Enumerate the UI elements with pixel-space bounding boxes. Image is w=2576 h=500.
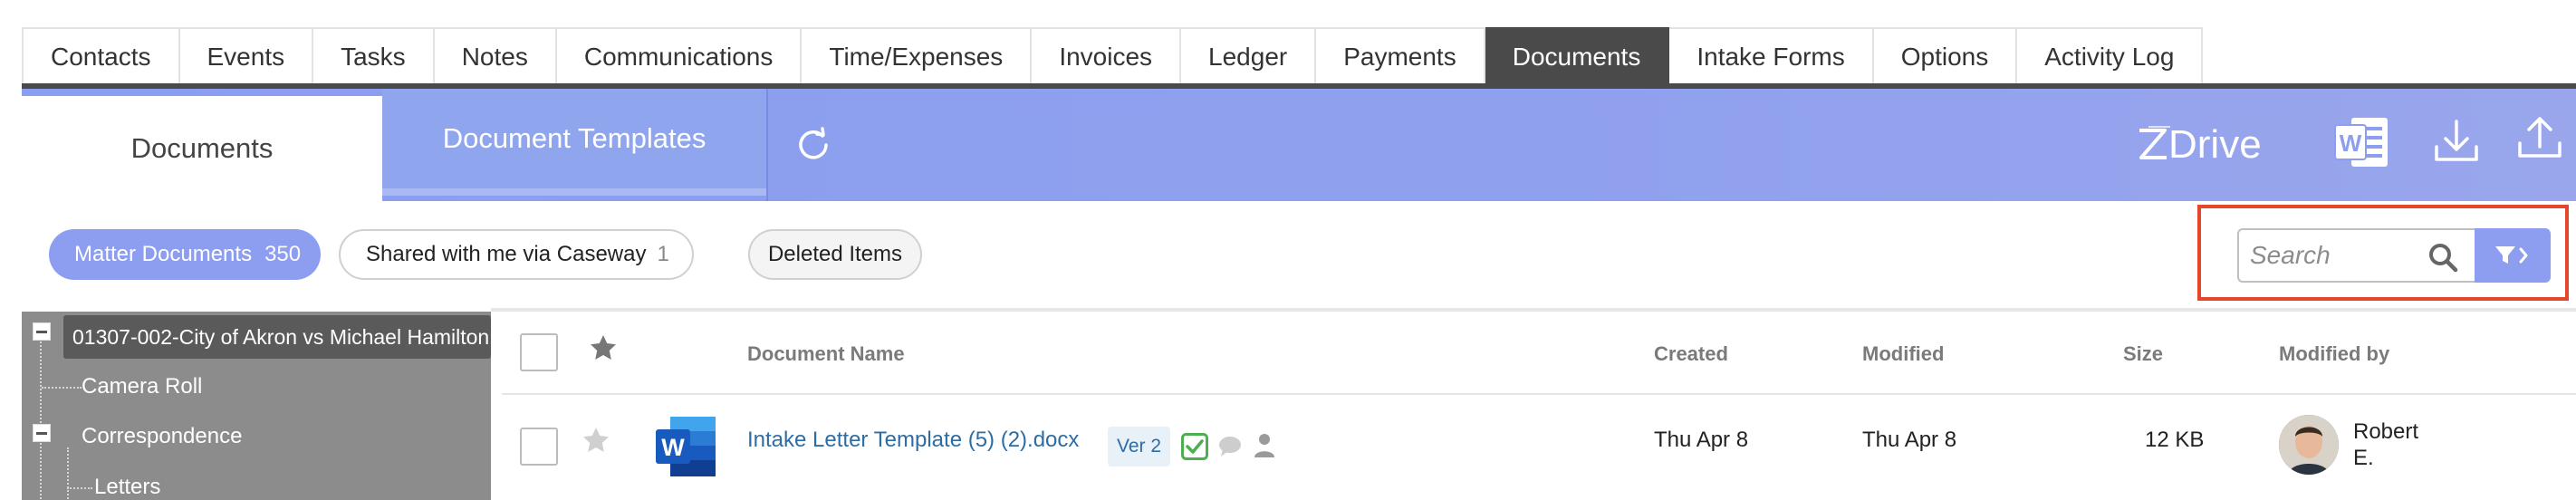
deleted-items-filter[interactable]: Deleted Items <box>748 229 922 280</box>
tree-root-folder[interactable]: 01307-002-City of Akron vs Michael Hamil… <box>63 315 491 359</box>
tree-branch-line <box>42 387 82 389</box>
svg-text:W: W <box>2340 130 2362 157</box>
star-icon[interactable] <box>582 426 610 455</box>
column-header-modified-by[interactable]: Modified by <box>2279 342 2389 366</box>
documents-table: Document Name Created Modified Size Modi… <box>502 312 2576 500</box>
select-all-checkbox[interactable] <box>520 333 558 371</box>
table-header: Document Name Created Modified Size Modi… <box>502 312 2576 395</box>
tree-root-label: 01307-002-City of Akron vs Michael Hamil… <box>72 324 490 349</box>
tab-invoices[interactable]: Invoices <box>1032 27 1182 85</box>
tab-events[interactable]: Events <box>179 27 314 85</box>
column-header-created[interactable]: Created <box>1654 342 1728 366</box>
word-icon[interactable]: W <box>2333 114 2391 170</box>
filter-button[interactable] <box>2475 228 2551 283</box>
tab-document-templates-label: Document Templates <box>442 122 706 154</box>
version-badge-label: Ver 2 <box>1117 436 1162 457</box>
matter-documents-filter[interactable]: Matter Documents 350 <box>49 229 321 280</box>
tab-notes[interactable]: Notes <box>434 27 557 85</box>
tab-time-expenses[interactable]: Time/Expenses <box>802 27 1033 85</box>
shared-with-me-label: Shared with me via Caseway <box>366 242 647 266</box>
deleted-items-label: Deleted Items <box>767 242 903 266</box>
tab-documents[interactable]: Documents <box>1485 27 1670 85</box>
check-icon[interactable] <box>1181 433 1208 460</box>
tab-options[interactable]: Options <box>1873 27 2018 85</box>
tree-item-letters[interactable]: Letters <box>94 475 160 500</box>
modified-date: Thu Apr 8 <box>1862 428 1957 452</box>
collapse-icon[interactable] <box>33 322 51 341</box>
tree-branch-line <box>67 487 92 489</box>
zdrive-logo-text: Drive <box>2168 122 2262 167</box>
shared-with-me-count: 1 <box>657 242 669 266</box>
modified-by-name: Robert E. <box>2353 419 2419 470</box>
star-header-icon[interactable] <box>589 333 618 362</box>
created-date: Thu Apr 8 <box>1654 428 1749 452</box>
tab-activity-log[interactable]: Activity Log <box>2017 27 2204 85</box>
table-row[interactable]: W Intake Letter Template (5) (2).docx Ve… <box>502 397 2576 500</box>
tab-document-templates[interactable]: Document Templates <box>382 89 766 196</box>
zdrive-logo[interactable]: Drive <box>2138 114 2306 172</box>
download-icon[interactable] <box>2431 116 2482 167</box>
tree-item-correspondence[interactable]: Correspondence <box>82 424 242 449</box>
tab-ledger[interactable]: Ledger <box>1181 27 1317 85</box>
tab-documents-label: Documents <box>130 132 274 164</box>
avatar-image <box>2279 415 2339 475</box>
search-box <box>2237 228 2475 283</box>
search-icon[interactable] <box>2427 242 2458 273</box>
tree-item-label: Letters <box>94 475 161 499</box>
tree-item-label: Camera Roll <box>82 374 203 399</box>
matter-documents-count: 350 <box>264 242 302 266</box>
tree-item-camera-roll[interactable]: Camera Roll <box>82 374 202 399</box>
column-header-name[interactable]: Document Name <box>747 342 905 366</box>
filter-icon <box>2495 246 2528 264</box>
refresh-icon[interactable] <box>793 125 833 165</box>
file-size: 12 KB <box>2145 428 2205 452</box>
header-divider <box>766 89 768 201</box>
tab-tasks[interactable]: Tasks <box>313 27 435 85</box>
column-header-modified[interactable]: Modified <box>1862 342 1944 366</box>
comment-icon[interactable] <box>1217 435 1243 458</box>
tree-guide-line <box>67 447 69 500</box>
collapse-icon[interactable] <box>33 424 51 442</box>
documents-header: Documents Document Templates Drive W <box>22 89 2576 201</box>
document-name-link[interactable]: Intake Letter Template (5) (2).docx <box>747 428 1079 453</box>
tab-payments[interactable]: Payments <box>1316 27 1485 85</box>
tab-communications[interactable]: Communications <box>556 27 803 85</box>
shared-with-me-filter[interactable]: Shared with me via Caseway 1 <box>339 229 694 280</box>
tab-contacts[interactable]: Contacts <box>22 27 180 85</box>
tab-documents[interactable]: Documents <box>22 96 382 201</box>
word-file-icon: W <box>656 417 716 476</box>
module-tabs: Contacts Events Tasks Notes Communications Ti… <box>22 27 2204 85</box>
svg-text:W: W <box>661 434 685 461</box>
tree-guide-line <box>40 339 42 500</box>
column-header-size[interactable]: Size <box>2123 342 2163 366</box>
person-icon[interactable] <box>1254 433 1275 458</box>
upload-icon[interactable] <box>2514 112 2565 163</box>
avatar <box>2279 415 2339 475</box>
tab-intake-forms[interactable]: Intake Forms <box>1669 27 1874 85</box>
matter-documents-label: Matter Documents <box>74 242 253 266</box>
search-input[interactable] <box>2250 233 2422 278</box>
tree-item-label: Correspondence <box>82 424 243 448</box>
zdrive-logo-icon: Drive <box>2139 122 2262 167</box>
folder-tree: 01307-002-City of Akron vs Michael Hamil… <box>22 312 491 500</box>
row-checkbox[interactable] <box>520 428 558 466</box>
version-badge[interactable]: Ver 2 <box>1108 427 1171 466</box>
